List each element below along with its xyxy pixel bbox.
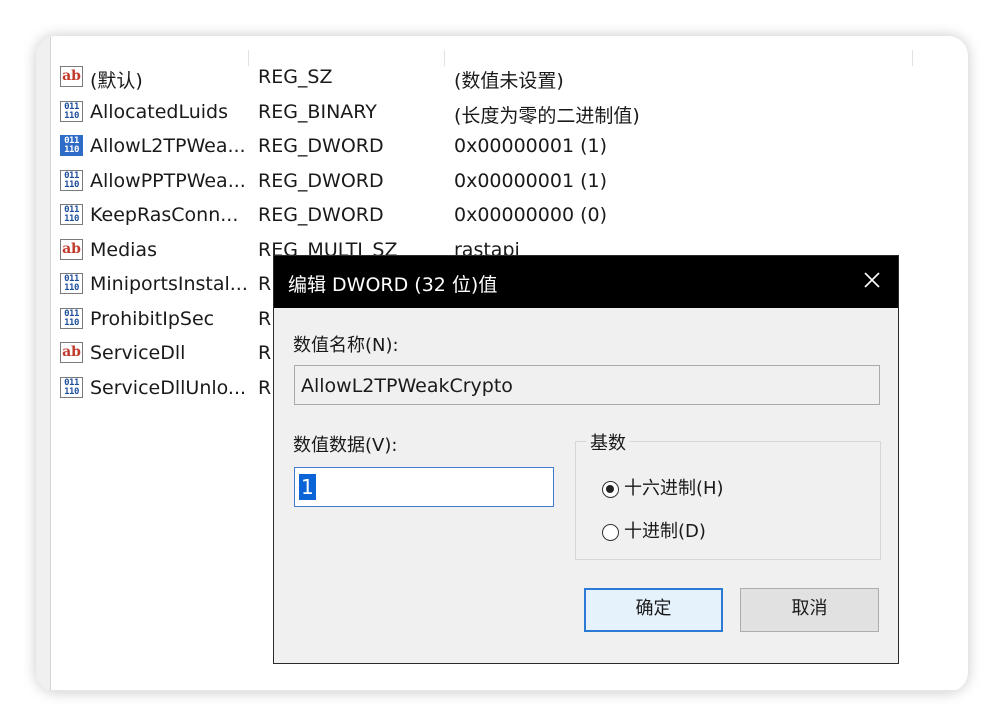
list-item[interactable]: 011 110 AllocatedLuids REG_BINARY (长度为零的二… xyxy=(60,95,960,130)
string-value-icon: ab xyxy=(60,238,83,260)
binary-value-icon: 011 110 xyxy=(60,307,83,329)
value-name-label: 数值名称(N): xyxy=(293,335,399,356)
string-value-icon: ab xyxy=(60,342,83,363)
value-data-label: 数值数据(V): xyxy=(293,435,398,456)
hex-label: 十六进制(H) xyxy=(624,478,724,499)
radio-decimal[interactable]: 十进制(D) xyxy=(602,517,706,543)
value-data: (长度为零的二进制值) xyxy=(454,104,640,127)
value-data-input[interactable]: 1 xyxy=(294,467,554,507)
string-value-icon: ab xyxy=(60,66,83,87)
value-name-field: AllowL2TPWeakCrypto xyxy=(294,365,880,405)
edit-dword-dialog: 编辑 DWORD (32 位)值 数值名称(N): AllowL2TPWeakC… xyxy=(273,255,899,664)
value-name: KeepRasConn... xyxy=(90,204,239,226)
value-name: ServiceDll xyxy=(90,342,186,364)
value-data: (数值未设置) xyxy=(454,70,564,92)
value-type: R xyxy=(258,273,272,295)
binary-value-icon: 011 110 xyxy=(60,204,83,225)
value-type: REG_DWORD xyxy=(258,204,384,226)
value-type: R xyxy=(258,307,272,330)
binary-value-icon: 011 110 xyxy=(60,273,83,294)
binary-value-icon: 011 110 xyxy=(60,169,83,191)
value-name: (默认) xyxy=(90,70,143,92)
value-type: REG_BINARY xyxy=(258,100,377,123)
value-data: 0x00000001 (1) xyxy=(454,169,607,192)
dialog-titlebar[interactable]: 编辑 DWORD (32 位)值 xyxy=(274,256,898,308)
value-name: AllowPPTPWea... xyxy=(90,169,246,192)
list-item[interactable]: 011 110 KeepRasConn... REG_DWORD 0x000000… xyxy=(60,198,960,233)
binary-value-icon: 011 110 xyxy=(60,100,83,122)
base-group: 基数 十六进制(H) 十进制(D) xyxy=(575,429,881,560)
value-type: REG_DWORD xyxy=(258,169,384,192)
dialog-title: 编辑 DWORD (32 位)值 xyxy=(288,274,498,296)
binary-value-icon: 011 110 xyxy=(60,376,83,398)
list-item[interactable]: 011 110 AllowL2TPWea... REG_DWORD 0x00000… xyxy=(60,129,960,164)
value-name: ProhibitIpSec xyxy=(90,307,215,330)
radio-unchecked-icon[interactable] xyxy=(602,523,619,541)
radio-hexadecimal[interactable]: 十六进制(H) xyxy=(602,474,724,500)
value-type: R xyxy=(258,376,272,399)
value-type: R xyxy=(258,342,272,364)
value-type: REG_SZ xyxy=(258,66,333,88)
value-type: REG_DWORD xyxy=(258,135,384,157)
value-name: MiniportsInstal... xyxy=(90,273,248,295)
value-name: ServiceDllUnlo... xyxy=(90,376,247,399)
window-bottom-edge xyxy=(36,690,968,692)
list-item[interactable]: 011 110 AllowPPTPWea... REG_DWORD 0x00000… xyxy=(60,164,960,199)
value-name: Medias xyxy=(90,238,157,261)
tree-pane-edge xyxy=(36,36,51,692)
list-item[interactable]: ab (默认) REG_SZ (数值未设置) xyxy=(60,60,960,95)
binary-value-icon: 011 110 xyxy=(60,135,83,156)
value-data: 0x00000001 (1) xyxy=(454,135,607,157)
close-icon[interactable] xyxy=(860,268,884,292)
radio-checked-icon[interactable] xyxy=(602,480,619,498)
value-name: AllocatedLuids xyxy=(90,100,229,123)
value-data: 0x00000000 (0) xyxy=(454,204,607,226)
cancel-button[interactable]: 取消 xyxy=(740,588,879,632)
value-name: AllowL2TPWea... xyxy=(90,135,246,157)
dec-label: 十进制(D) xyxy=(624,521,706,542)
ok-button[interactable]: 确定 xyxy=(584,588,723,632)
base-legend: 基数 xyxy=(586,429,630,455)
value-data-text: 1 xyxy=(299,474,316,500)
